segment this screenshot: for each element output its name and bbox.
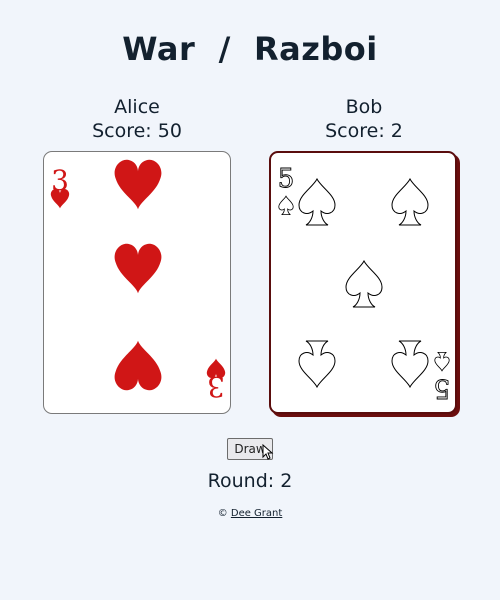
- player-name: Alice: [114, 96, 160, 118]
- spade-icon: [298, 340, 336, 388]
- alice-card-three-of-hearts: 3 3: [43, 151, 231, 414]
- mouse-cursor-icon: [262, 444, 274, 460]
- spade-icon: [434, 351, 450, 372]
- credit-line: © Dee Grant: [0, 508, 500, 519]
- spade-icon: [278, 195, 294, 216]
- card-corner-bottom-right: 3: [206, 358, 226, 403]
- player-bob-header: Bob Score: 2: [269, 95, 459, 143]
- spade-icon: [345, 260, 383, 308]
- card-corner-bottom-right: 5: [433, 351, 451, 403]
- player-alice-header: Alice Score: 50: [42, 95, 232, 143]
- author-link[interactable]: Dee Grant: [231, 508, 282, 519]
- card-corner-top-left: 5: [277, 164, 295, 216]
- card-corner-top-left: 3: [50, 164, 70, 209]
- game-title: War / Razboi: [122, 30, 378, 68]
- player-score: Score: 2: [325, 120, 403, 142]
- round-counter: Round: 2: [207, 470, 293, 492]
- bob-card-five-of-spades: 5 5: [269, 151, 457, 414]
- copyright-symbol: ©: [217, 508, 228, 519]
- player-score: Score: 50: [92, 120, 182, 142]
- card-rank: 5: [434, 373, 451, 403]
- spade-icon: [391, 178, 429, 226]
- player-name: Bob: [345, 96, 383, 118]
- spade-icon: [298, 178, 336, 226]
- heart-icon: [114, 340, 162, 391]
- heart-icon: [114, 243, 162, 294]
- card-rank: 5: [278, 164, 295, 194]
- spade-icon: [391, 340, 429, 388]
- heart-icon: [114, 159, 162, 210]
